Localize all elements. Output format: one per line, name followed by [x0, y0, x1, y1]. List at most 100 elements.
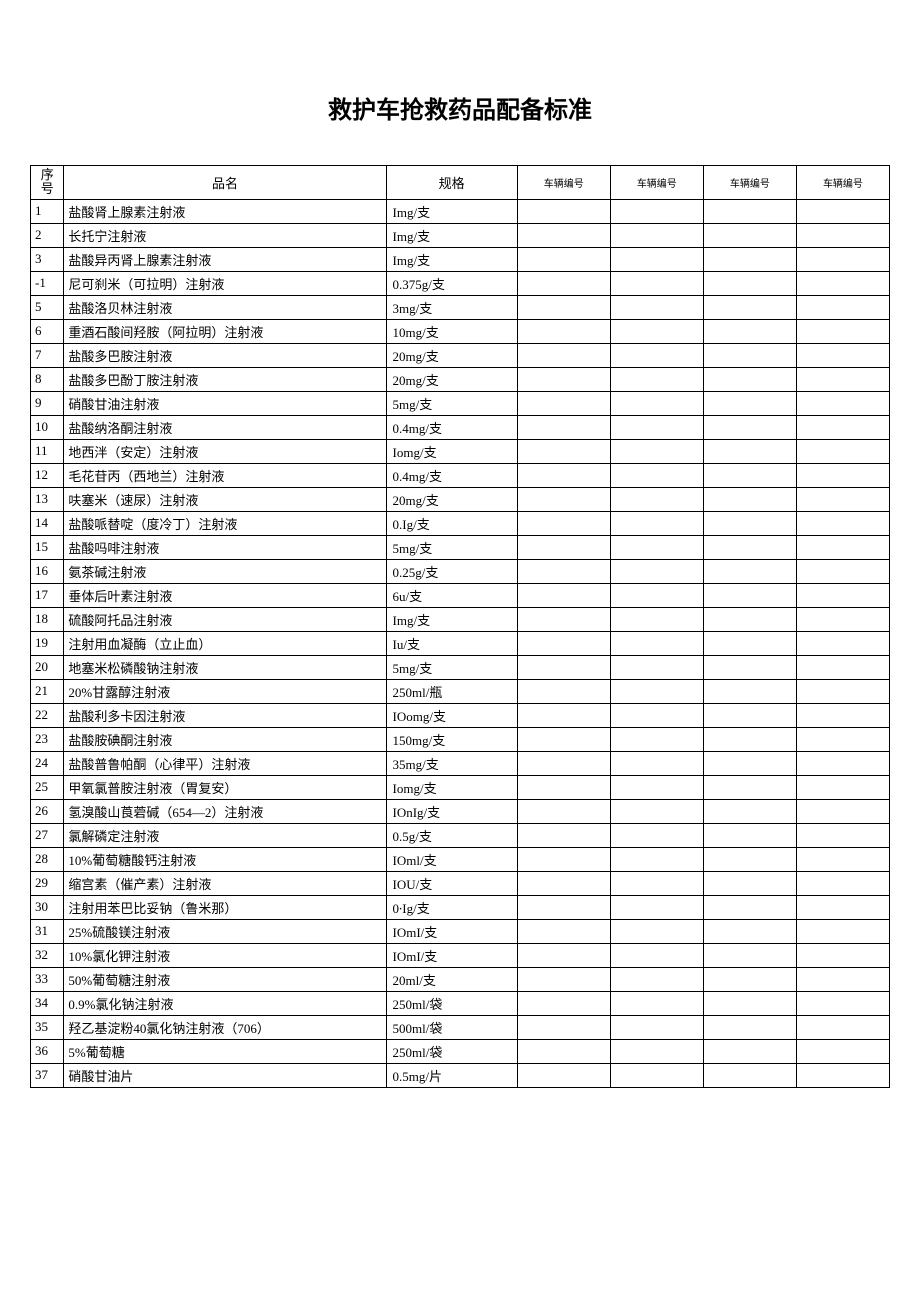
cell-seq: 21 [31, 679, 64, 703]
cell-veh4 [796, 991, 889, 1015]
cell-veh4 [796, 295, 889, 319]
table-header-row: 序号 品名 规格 车辆编号 车辆编号 车辆编号 车辆编号 [31, 166, 890, 200]
cell-seq: 25 [31, 775, 64, 799]
cell-name: 盐酸哌替啶（度冷丁）注射液 [64, 511, 386, 535]
cell-veh3 [703, 775, 796, 799]
cell-veh2 [610, 631, 703, 655]
cell-veh1 [517, 775, 610, 799]
cell-spec: 10mg/支 [386, 319, 517, 343]
cell-veh1 [517, 391, 610, 415]
cell-name: 盐酸异丙肾上腺素注射液 [64, 247, 386, 271]
table-row: 12毛花苷丙（西地兰）注射液0.4mg/支 [31, 463, 890, 487]
cell-name: 盐酸肾上腺素注射液 [64, 199, 386, 223]
cell-name: 呋塞米（速尿）注射液 [64, 487, 386, 511]
cell-veh2 [610, 1063, 703, 1087]
cell-seq: 11 [31, 439, 64, 463]
cell-veh3 [703, 1063, 796, 1087]
cell-veh4 [796, 367, 889, 391]
cell-veh4 [796, 631, 889, 655]
cell-veh4 [796, 271, 889, 295]
cell-seq: 33 [31, 967, 64, 991]
cell-seq: 17 [31, 583, 64, 607]
table-row: 3350%葡萄糖注射液20ml/支 [31, 967, 890, 991]
cell-seq: 16 [31, 559, 64, 583]
cell-seq: 12 [31, 463, 64, 487]
cell-spec: IOmI/支 [386, 943, 517, 967]
cell-seq: 34 [31, 991, 64, 1015]
table-row: 14盐酸哌替啶（度冷丁）注射液0.Ig/支 [31, 511, 890, 535]
cell-veh3 [703, 967, 796, 991]
cell-spec: 0.5g/支 [386, 823, 517, 847]
cell-veh1 [517, 439, 610, 463]
cell-veh3 [703, 631, 796, 655]
table-row: 13呋塞米（速尿）注射液20mg/支 [31, 487, 890, 511]
cell-veh1 [517, 799, 610, 823]
cell-veh3 [703, 847, 796, 871]
cell-seq: 7 [31, 343, 64, 367]
cell-veh3 [703, 391, 796, 415]
cell-name: 地西泮（安定）注射液 [64, 439, 386, 463]
cell-veh3 [703, 1039, 796, 1063]
cell-name: 毛花苷丙（西地兰）注射液 [64, 463, 386, 487]
cell-name: 氯解磷定注射液 [64, 823, 386, 847]
cell-name: 氨茶碱注射液 [64, 559, 386, 583]
cell-veh1 [517, 1063, 610, 1087]
cell-name: 盐酸胺碘酮注射液 [64, 727, 386, 751]
cell-veh4 [796, 247, 889, 271]
cell-spec: Img/支 [386, 223, 517, 247]
cell-veh2 [610, 919, 703, 943]
cell-name: 盐酸普鲁帕酮（心律平）注射液 [64, 751, 386, 775]
table-row: 27氯解磷定注射液0.5g/支 [31, 823, 890, 847]
table-row: 19注射用血凝酶（立止血）Iu/支 [31, 631, 890, 655]
cell-veh1 [517, 919, 610, 943]
cell-veh3 [703, 751, 796, 775]
cell-seq: 10 [31, 415, 64, 439]
cell-veh2 [610, 703, 703, 727]
cell-veh2 [610, 607, 703, 631]
cell-veh1 [517, 1039, 610, 1063]
table-row: 20地塞米松磷酸钠注射液5mg/支 [31, 655, 890, 679]
cell-seq: 31 [31, 919, 64, 943]
cell-spec: Img/支 [386, 199, 517, 223]
cell-veh4 [796, 823, 889, 847]
cell-veh2 [610, 895, 703, 919]
cell-name: 长托宁注射液 [64, 223, 386, 247]
cell-veh2 [610, 511, 703, 535]
cell-veh1 [517, 847, 610, 871]
cell-veh4 [796, 1039, 889, 1063]
cell-veh4 [796, 871, 889, 895]
cell-veh2 [610, 295, 703, 319]
cell-veh4 [796, 775, 889, 799]
cell-veh4 [796, 799, 889, 823]
cell-spec: Iomg/支 [386, 439, 517, 463]
cell-spec: Iomg/支 [386, 775, 517, 799]
table-row: 6重酒石酸间羟胺（阿拉明）注射液10mg/支 [31, 319, 890, 343]
cell-veh4 [796, 727, 889, 751]
cell-name: 5%葡萄糖 [64, 1039, 386, 1063]
cell-veh3 [703, 271, 796, 295]
cell-veh4 [796, 559, 889, 583]
cell-veh2 [610, 367, 703, 391]
cell-name: 盐酸纳洛酮注射液 [64, 415, 386, 439]
cell-seq: 23 [31, 727, 64, 751]
cell-veh3 [703, 535, 796, 559]
cell-veh1 [517, 271, 610, 295]
cell-spec: 5mg/支 [386, 391, 517, 415]
cell-veh3 [703, 247, 796, 271]
col-name-header: 品名 [64, 166, 386, 200]
cell-veh1 [517, 943, 610, 967]
cell-veh2 [610, 991, 703, 1015]
cell-name: 盐酸利多卡因注射液 [64, 703, 386, 727]
cell-veh2 [610, 559, 703, 583]
cell-veh4 [796, 223, 889, 247]
cell-seq: 20 [31, 655, 64, 679]
cell-veh2 [610, 535, 703, 559]
cell-veh3 [703, 823, 796, 847]
cell-spec: 5mg/支 [386, 655, 517, 679]
cell-veh2 [610, 823, 703, 847]
cell-veh1 [517, 415, 610, 439]
cell-veh1 [517, 559, 610, 583]
col-seq-header: 序号 [31, 166, 64, 200]
cell-veh4 [796, 439, 889, 463]
cell-veh4 [796, 415, 889, 439]
